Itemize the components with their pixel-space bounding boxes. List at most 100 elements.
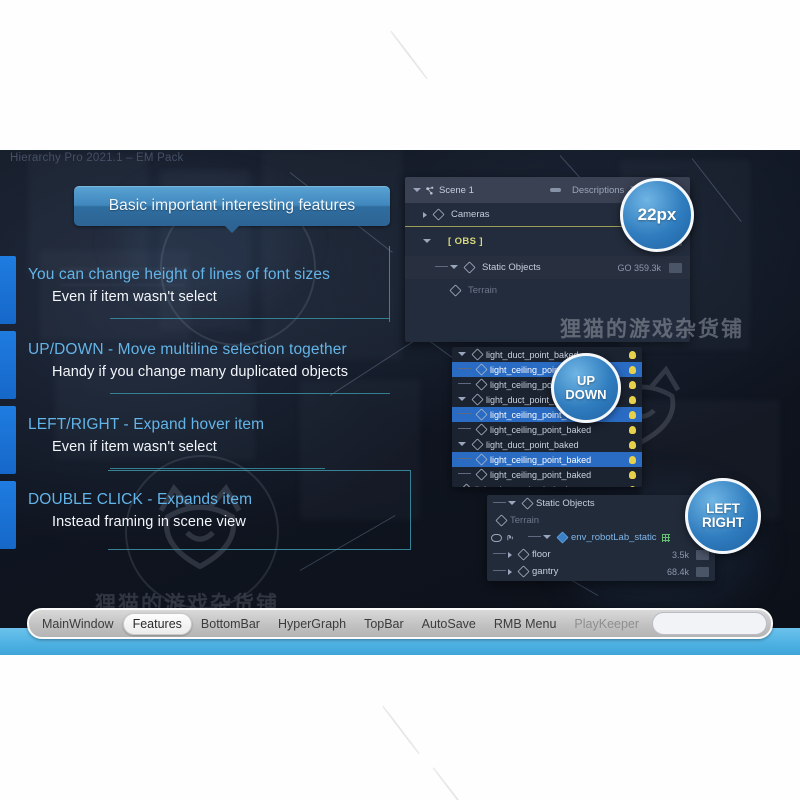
feature-accent-bar [0,406,16,474]
cube-icon [495,514,508,527]
light-bulb-icon [629,440,636,449]
hierarchy-row-static-objects[interactable]: Static Objects GO 359.3k [405,256,690,279]
badge-label-line2: DOWN [565,387,607,402]
badge-left-right: LEFT RIGHT [685,478,761,554]
cube-icon [517,548,530,561]
background-streak [432,767,480,800]
row-label: gantry [532,566,559,577]
light-bulb-icon [629,410,636,419]
tree-connector-icon [493,553,506,554]
cube-icon [475,468,488,481]
feature-title: LEFT/RIGHT - Expand hover item [28,416,265,433]
tab-bottombar[interactable]: BottomBar [192,614,269,634]
column-descriptions[interactable]: Descriptions [572,185,624,196]
list-icon [550,188,561,192]
badge-label-line1: LEFT [706,500,740,516]
chevron-down-icon[interactable] [423,238,431,246]
feature-divider [110,318,390,319]
screenshot-root: Hierarchy Pro 2021.1 – EM Pack Basic imp… [0,0,800,800]
cube-icon [475,453,488,466]
chevron-down-icon[interactable] [458,352,466,359]
row-label: light_ceiling_point_baked [490,469,592,480]
list-item[interactable]: light_ceiling_point_baked [452,452,642,467]
cube-icon [475,423,488,436]
callout-bracket [108,470,411,550]
callout-bracket-vertical [389,246,390,322]
cube-icon [471,348,484,361]
chevron-right-icon[interactable] [423,211,427,218]
tree-connector-icon [458,473,471,474]
feature-divider [110,468,325,469]
hierarchy-row-terrain[interactable]: Terrain [405,279,690,302]
cube-icon [449,284,462,297]
tab-topbar[interactable]: TopBar [355,614,413,634]
cube-icon [471,393,484,406]
row-count: 3.5k [671,549,689,560]
static-objects-panel[interactable]: Static Objects Terrain env_robotLab_stat… [487,495,715,581]
hand-icon[interactable] [506,533,515,542]
cube-icon [521,497,534,510]
row-label: light_ceiling_point_baked [490,454,592,465]
chevron-down-icon[interactable] [458,397,466,404]
cube-icon [463,261,476,274]
banner-pointer-icon [224,225,240,233]
banner: Basic important interesting features [74,186,390,233]
light-bulb-icon [629,470,636,479]
chevron-down-icon[interactable] [450,265,458,272]
row-action-button[interactable] [696,549,709,560]
chevron-down-icon[interactable] [543,535,551,542]
cube-icon [471,438,484,451]
badge-label-line1: UP [576,373,596,389]
cube-icon [460,483,473,487]
chevron-down-icon[interactable] [458,442,466,449]
cube-icon [475,378,488,391]
list-item[interactable]: gantry 68.4k [487,563,715,580]
list-item[interactable]: Static Objects [487,495,715,512]
tab-features[interactable]: Features [122,612,192,635]
tab-playkeeper[interactable]: PlayKeeper [565,614,648,634]
tree-connector-icon [435,266,448,267]
tab-hypergraph[interactable]: HyperGraph [269,614,355,634]
chevron-down-icon[interactable] [413,187,421,195]
feature-divider [110,393,390,394]
tab-mainwindow[interactable]: MainWindow [33,614,123,634]
tree-connector-icon [458,413,471,414]
list-item[interactable]: light_ceiling_point_baked [452,467,642,482]
tab-rmb-menu[interactable]: RMB Menu [485,614,566,634]
banner-title: Basic important interesting features [108,197,356,214]
feature-subtitle: Even if item wasn't select [52,289,217,305]
row-label: env_robotLab_static [571,532,657,543]
feature-title: UP/DOWN - Move multiline selection toget… [28,341,347,358]
background-streak [381,705,421,755]
tree-connector-icon [458,383,471,384]
tab-autosave[interactable]: AutoSave [413,614,485,634]
list-item[interactable]: floor 3.5k [487,546,715,563]
prefab-cube-icon [556,531,569,544]
list-item[interactable]: light_ceiling_point_baked [452,422,642,437]
list-item[interactable]: light_duct_point_baked [452,482,642,487]
row-label: Cameras [451,209,490,220]
row-label: light_ceiling_point_baked [490,424,592,435]
visibility-eye-icon[interactable] [491,533,502,542]
list-item[interactable]: light_duct_point_baked [452,347,642,362]
list-item[interactable]: Terrain [487,512,715,529]
tab-bar-empty-area[interactable] [652,612,767,635]
chevron-right-icon[interactable] [508,568,512,575]
badge-font-size: 22px [620,178,694,252]
row-label: light_duct_point_baked [475,485,568,488]
light-bulb-icon [629,485,636,487]
light-bulb-icon [629,365,636,374]
row-action-button[interactable] [669,262,682,273]
row-label: floor [532,549,551,560]
tab-bar[interactable]: MainWindow Features BottomBar HyperGraph… [27,608,773,639]
chevron-right-icon[interactable] [508,551,512,558]
list-item-env-robotlab-static[interactable]: env_robotLab_static [487,529,715,546]
chevron-down-icon[interactable] [508,501,516,508]
list-item[interactable]: light_duct_point_baked [452,437,642,452]
background-streak [389,30,429,80]
tree-connector-icon [528,536,541,537]
scene-icon [426,186,434,195]
row-action-button[interactable] [696,566,709,577]
feature-item: UP/DOWN - Move multiline selection toget… [0,327,420,402]
cube-icon [475,408,488,421]
